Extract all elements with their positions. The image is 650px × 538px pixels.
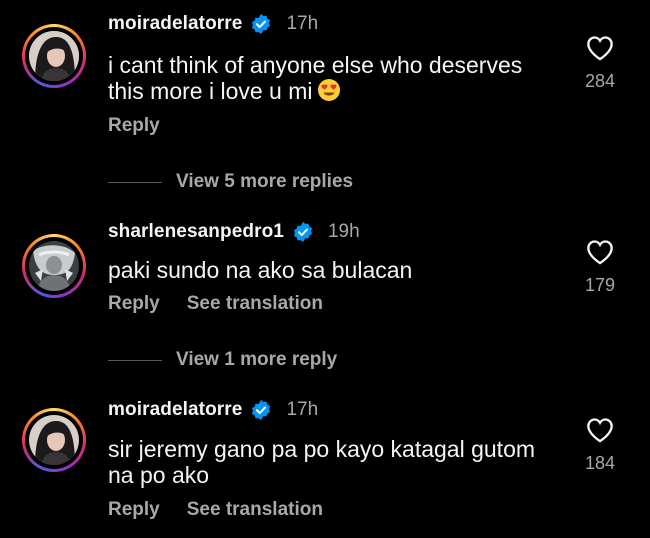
verified-badge-icon xyxy=(293,221,313,243)
comment-timestamp: 17h xyxy=(286,13,319,34)
comment-text-line: paki sundo na ako sa bulacan xyxy=(108,257,413,283)
avatar-story-ring[interactable] xyxy=(22,234,86,298)
comment-text-line: na po ako xyxy=(108,462,210,488)
avatar-ring-gap xyxy=(25,411,83,469)
comment-text-line-wrap: this more i love u mi xyxy=(108,78,568,104)
comment-text-line: this more i love u mi xyxy=(108,78,313,104)
avatar-ring-gap xyxy=(25,237,83,295)
heart-icon[interactable] xyxy=(586,35,614,61)
username[interactable]: moiradelatorre xyxy=(108,399,242,421)
comment-header: sharlenesanpedro1 19h xyxy=(108,217,360,247)
reply-button[interactable]: Reply xyxy=(108,115,160,137)
comment-header: moiradelatorre 17h xyxy=(108,9,318,39)
see-translation-button[interactable]: See translation xyxy=(187,293,323,315)
avatar-story-ring[interactable] xyxy=(22,408,86,472)
heart-icon[interactable] xyxy=(586,239,614,265)
like-control: 184 xyxy=(578,417,622,474)
comment-actions: Reply See translation xyxy=(108,497,323,523)
username[interactable]: sharlenesanpedro1 xyxy=(108,221,284,243)
heart-icon[interactable] xyxy=(586,417,614,443)
comment-header: moiradelatorre 17h xyxy=(108,395,318,425)
like-count: 184 xyxy=(584,453,616,473)
reply-button[interactable]: Reply xyxy=(108,293,160,315)
avatar xyxy=(29,31,79,81)
comment-text: i cant think of anyone else who deserves… xyxy=(108,52,568,104)
username[interactable]: moiradelatorre xyxy=(108,13,242,35)
comment-text-line: i cant think of anyone else who deserves xyxy=(108,52,523,78)
avatar-story-ring[interactable] xyxy=(22,24,86,88)
view-more-replies-button[interactable]: View 5 more replies xyxy=(108,169,353,195)
heart-eyes-emoji-icon xyxy=(317,79,340,101)
view-more-replies-button[interactable]: View 1 more reply xyxy=(108,347,337,373)
comment-text: paki sundo na ako sa bulacan xyxy=(108,257,568,283)
like-count: 284 xyxy=(584,71,616,91)
view-more-replies-label: View 1 more reply xyxy=(176,349,338,370)
avatar xyxy=(29,415,79,465)
comment-text-line: sir jeremy gano pa po kayo katagal gutom xyxy=(108,436,536,462)
verified-badge-icon xyxy=(252,13,271,35)
like-count: 179 xyxy=(584,275,616,295)
view-more-replies-label: View 5 more replies xyxy=(176,171,354,192)
like-control: 179 xyxy=(578,239,622,296)
divider-line xyxy=(108,181,162,183)
see-translation-button[interactable]: See translation xyxy=(187,499,323,521)
comment-timestamp: 17h xyxy=(286,399,319,420)
comment-actions: Reply xyxy=(108,113,160,139)
verified-badge-icon xyxy=(252,399,271,421)
avatar xyxy=(29,241,79,291)
comment-text: sir jeremy gano pa po kayo katagal gutom… xyxy=(108,436,568,488)
comment-actions: Reply See translation xyxy=(108,291,323,317)
comment-timestamp: 19h xyxy=(327,221,360,242)
divider-line xyxy=(108,359,162,361)
avatar-ring-gap xyxy=(25,27,83,85)
like-control: 284 xyxy=(578,35,622,92)
reply-button[interactable]: Reply xyxy=(108,499,160,521)
